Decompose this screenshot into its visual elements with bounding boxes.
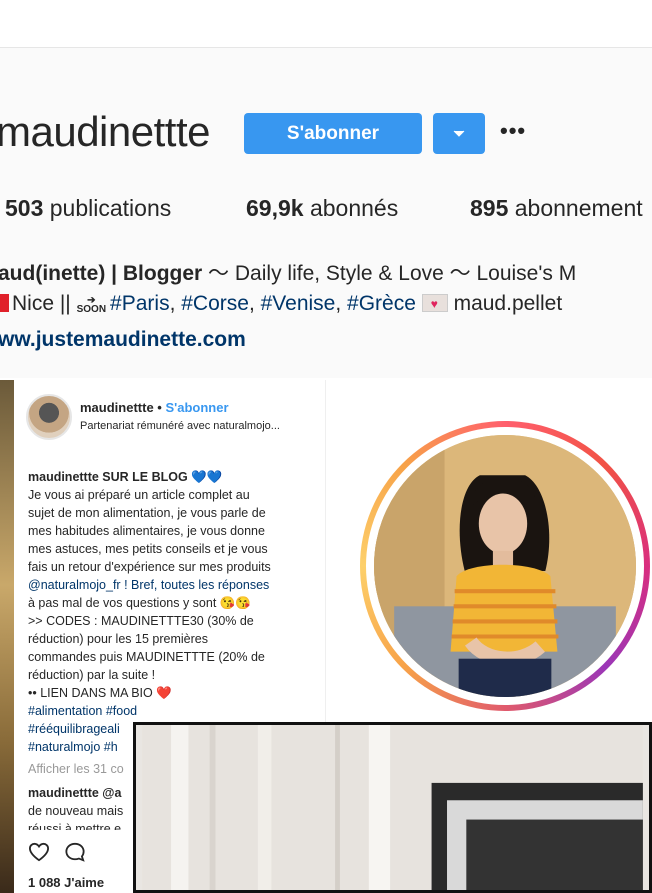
bio-tag-corse[interactable]: #Corse — [181, 292, 249, 315]
caption-line: mes habitudes alimentaires, je vous donn… — [28, 524, 265, 538]
caption-line: à pas mal de vos questions y sont 😘😘 — [28, 596, 251, 610]
posts-stat: 503 publications — [5, 195, 171, 222]
room-photo-icon — [142, 725, 643, 890]
caption-line: sujet de mon alimentation, je vous parle… — [28, 506, 266, 520]
profile-username: maudinettte — [0, 108, 210, 155]
bio-tag-paris[interactable]: #Paris — [110, 292, 170, 315]
paid-partnership-label[interactable]: Partenariat rémunéré avec naturalmojo... — [80, 420, 280, 432]
posts-count: 503 — [5, 195, 44, 221]
caption-line: réduction) par la suite ! — [28, 668, 156, 682]
post-username[interactable]: maudinettte — [80, 400, 154, 415]
caption-line: mes astuces, mes petits conseils et je v… — [28, 542, 268, 556]
caption-line: fais un retour d'expérience sur mes prod… — [28, 560, 271, 574]
post-author-avatar[interactable] — [26, 394, 72, 440]
caption-line: •• LIEN DANS MA BIO ❤️ — [28, 686, 172, 700]
previous-post-image[interactable] — [0, 380, 14, 893]
profile-photo-icon — [374, 435, 636, 697]
followers-count: 69,9k — [246, 195, 304, 221]
bio-description: 〜 Daily life, Style & Love 〜 Louise's M — [202, 262, 577, 285]
love-letter-icon: ♥ — [421, 294, 448, 312]
posts-label: publications — [49, 195, 172, 221]
overlay-room-photo — [133, 722, 652, 893]
soon-arrow-icon: ➔ SOON — [76, 295, 107, 315]
caption-mention[interactable]: @naturalmojo_fr ! Bref, toutes les répon… — [28, 576, 318, 594]
followers-stat[interactable]: 69,9k abonnés — [246, 195, 398, 222]
chevron-down-icon — [453, 130, 465, 137]
bio-website-link[interactable]: ww.justemaudinette.com — [0, 328, 246, 352]
caption-line: maudinettte SUR LE BLOG 💙💙 — [28, 470, 223, 484]
bio-location: Nice || — [12, 292, 77, 315]
more-options-button[interactable]: ••• — [500, 118, 526, 144]
separator-dot: • — [153, 400, 166, 415]
bio-line-1: aud(inette) | Blogger 〜 Daily life, Styl… — [0, 257, 576, 287]
story-avatar-ring[interactable] — [360, 421, 650, 711]
bio-line-2: Nice || ➔ SOON #Paris, #Corse, #Venise, #G… — [0, 292, 562, 316]
post-header: maudinettte • S'abonner — [80, 400, 229, 415]
bio-email: maud.pellet — [447, 292, 563, 315]
bio-name: aud(inette) | Blogger — [0, 262, 203, 285]
comment-icon[interactable] — [64, 842, 86, 862]
following-label: abonnement — [514, 195, 643, 221]
heart-icon[interactable] — [28, 842, 50, 862]
flag-icon — [0, 294, 9, 312]
caption-line: réduction) pour les 15 premières — [28, 632, 208, 646]
following-stat[interactable]: 895 abonnement — [470, 195, 643, 222]
caption-line: >> CODES : MAUDINETTTE30 (30% de — [28, 614, 254, 628]
following-count: 895 — [470, 195, 509, 221]
follow-button[interactable]: S'abonner — [244, 113, 422, 154]
caption-line: Je vous ai préparé un article complet au — [28, 488, 250, 502]
post-follow-link[interactable]: S'abonner — [165, 400, 228, 415]
bio-tag-grece[interactable]: #Grèce — [347, 292, 416, 315]
caption-line: commandes puis MAUDINETTTE (20% de — [28, 650, 265, 664]
caption-hashtags[interactable]: #alimentation #food — [28, 702, 318, 720]
avatar-border — [366, 427, 644, 705]
post-actions — [28, 842, 86, 862]
suggestions-dropdown-button[interactable] — [433, 113, 485, 154]
avatar — [374, 435, 636, 697]
browser-top-strip — [0, 0, 652, 48]
bio-tag-venise[interactable]: #Venise — [261, 292, 336, 315]
likes-count[interactable]: 1 088 J'aime — [28, 875, 104, 890]
followers-label: abonnés — [309, 195, 399, 221]
